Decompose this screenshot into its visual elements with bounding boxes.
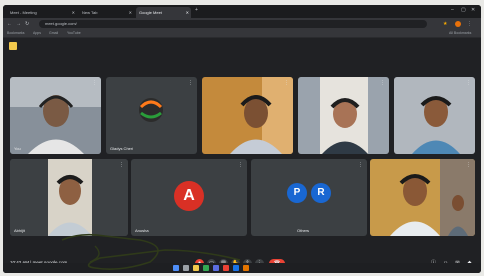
participant-name: Gladys Cheri: [110, 146, 134, 151]
browser-window: Meet - Meeting ✕ New Tab ✕ Google Meet ✕…: [3, 5, 481, 273]
more-options-icon[interactable]: ⋮: [358, 162, 363, 168]
star-icon[interactable]: ★: [443, 21, 447, 27]
more-options-icon[interactable]: ⋮: [119, 162, 124, 168]
app-icon[interactable]: [223, 265, 229, 271]
bookmarks-bar: Bookmarks Apps Gmail YouTube All Bookmar…: [3, 30, 481, 38]
tab-label: Google Meet: [139, 10, 162, 15]
tab-label: Meet - Meeting: [10, 10, 37, 15]
close-icon[interactable]: ✕: [186, 7, 189, 18]
tab-label: New Tab: [82, 10, 98, 15]
search-icon[interactable]: [183, 265, 189, 271]
chrome-icon[interactable]: [203, 265, 209, 271]
participant-tile[interactable]: ⋮: [370, 159, 475, 236]
teams-icon[interactable]: [213, 265, 219, 271]
forward-icon[interactable]: →: [16, 21, 21, 27]
edge-icon[interactable]: [233, 265, 239, 271]
participant-tile[interactable]: Abhijit ⋮: [10, 159, 128, 236]
start-icon[interactable]: [173, 265, 179, 271]
participant-name: Anusha: [135, 228, 149, 233]
participant-name: Others: [297, 228, 310, 233]
more-options-icon[interactable]: ⋮: [466, 162, 471, 168]
address-bar[interactable]: meet.google.com/: [39, 20, 427, 28]
participant-video: [298, 77, 389, 154]
app-icon[interactable]: [243, 265, 249, 271]
tab-bar: Meet - Meeting ✕ New Tab ✕ Google Meet ✕…: [3, 5, 481, 18]
maximize-icon[interactable]: ▢: [461, 7, 466, 13]
more-options-icon[interactable]: ⋮: [284, 80, 289, 86]
tab-meet-meeting[interactable]: Meet - Meeting ✕: [7, 7, 77, 18]
participant-tile[interactable]: You ⋮: [10, 77, 101, 154]
participant-avatar: P: [287, 183, 307, 203]
tab-new-tab[interactable]: New Tab ✕: [79, 7, 134, 18]
reload-icon[interactable]: ↻: [25, 21, 29, 27]
more-options-icon[interactable]: ⋮: [238, 162, 243, 168]
new-tab-icon[interactable]: +: [195, 7, 198, 13]
participant-video: [394, 77, 475, 154]
participant-tile[interactable]: ⋮: [394, 77, 475, 154]
os-taskbar: [3, 263, 481, 273]
back-icon[interactable]: ←: [7, 21, 12, 27]
bookmark-item[interactable]: Apps: [33, 31, 41, 35]
meet-area: You ⋮ Gladys Cheri ⋮ ⋮ ⋮ ⋮ Abhijit ⋮ A A…: [3, 38, 481, 273]
close-icon[interactable]: ✕: [72, 7, 75, 18]
more-options-icon[interactable]: ⋮: [92, 80, 97, 86]
participant-video: [10, 159, 128, 236]
file-explorer-icon[interactable]: [193, 265, 199, 271]
participant-tile[interactable]: ⋮: [298, 77, 389, 154]
close-icon[interactable]: ✕: [129, 7, 132, 18]
minimize-icon[interactable]: –: [451, 7, 454, 13]
more-options-icon[interactable]: ⋮: [188, 80, 193, 86]
participant-logo-image: [139, 98, 163, 122]
close-window-icon[interactable]: ✕: [471, 7, 475, 13]
participant-tile-group[interactable]: P R Others ⋮: [251, 159, 367, 236]
participant-video: [202, 77, 293, 154]
profile-avatar[interactable]: [455, 21, 461, 27]
more-menu-icon[interactable]: ⋮: [467, 21, 472, 27]
participant-video: [10, 77, 101, 154]
more-options-icon[interactable]: ⋮: [466, 80, 471, 86]
participant-tile[interactable]: ⋮: [202, 77, 293, 154]
meet-logo: [9, 42, 17, 50]
address-bar-row: ← → ↻ meet.google.com/ ★ ⋮: [3, 18, 481, 30]
bookmark-item[interactable]: Bookmarks: [7, 31, 25, 35]
participant-name: You: [14, 146, 21, 151]
bookmark-item[interactable]: All Bookmarks: [449, 31, 471, 35]
tab-google-meet[interactable]: Google Meet ✕: [136, 7, 191, 18]
participant-avatar: R: [311, 183, 331, 203]
more-options-icon[interactable]: ⋮: [380, 80, 385, 86]
participant-tile[interactable]: A Anusha ⋮: [131, 159, 247, 236]
participant-video: [370, 159, 475, 236]
participant-avatar: A: [174, 181, 204, 211]
bookmark-item[interactable]: YouTube: [67, 31, 81, 35]
bookmark-item[interactable]: Gmail: [49, 31, 58, 35]
url-text: meet.google.com/: [45, 21, 77, 26]
participant-tile[interactable]: Gladys Cheri ⋮: [106, 77, 197, 154]
participant-name: Abhijit: [14, 228, 25, 233]
